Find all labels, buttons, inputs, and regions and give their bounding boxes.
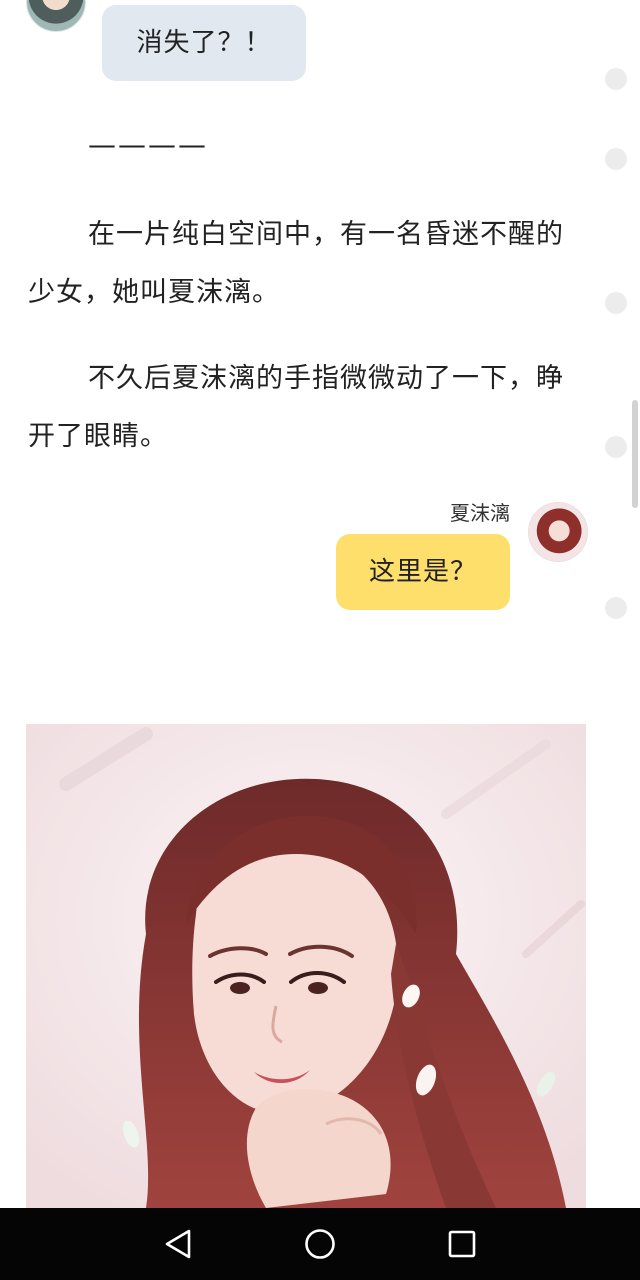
narrator-avatar[interactable] [26,0,86,32]
section-divider: ———— [88,128,208,161]
speaker-name: 夏沫漓 [450,501,510,525]
triangle-back-icon[interactable] [160,1226,196,1262]
story-paragraph: 在一片纯白空间中，有一名昏迷不醒的少女，她叫夏沫漓。 [28,219,564,308]
reading-screen: 消失了？！ ———— 在一片纯白空间中，有一名昏迷不醒的少女，她叫夏沫漓。 不久… [0,0,640,1280]
scrollbar-thumb[interactable] [632,400,638,508]
comment-dot[interactable] [605,436,627,458]
circle-home-icon[interactable] [302,1226,338,1262]
outgoing-message-text: 这里是？ [368,557,477,587]
character-avatar[interactable] [528,502,588,562]
square-recent-icon[interactable] [444,1226,480,1262]
comment-dot[interactable] [605,148,627,170]
outgoing-chat-bubble: 这里是？ [336,534,510,610]
system-nav-bar [0,1208,640,1280]
incoming-chat-bubble: 消失了？！ [102,5,306,81]
portrait-drawing [26,724,586,1208]
comment-dot[interactable] [605,68,627,90]
story-paragraph: 不久后夏沫漓的手指微微动了一下，睁开了眼睛。 [28,363,564,452]
comment-dot[interactable] [605,597,627,619]
story-illustration[interactable] [26,724,586,1208]
incoming-message-text: 消失了？！ [136,28,272,58]
comment-dot[interactable] [605,292,627,314]
